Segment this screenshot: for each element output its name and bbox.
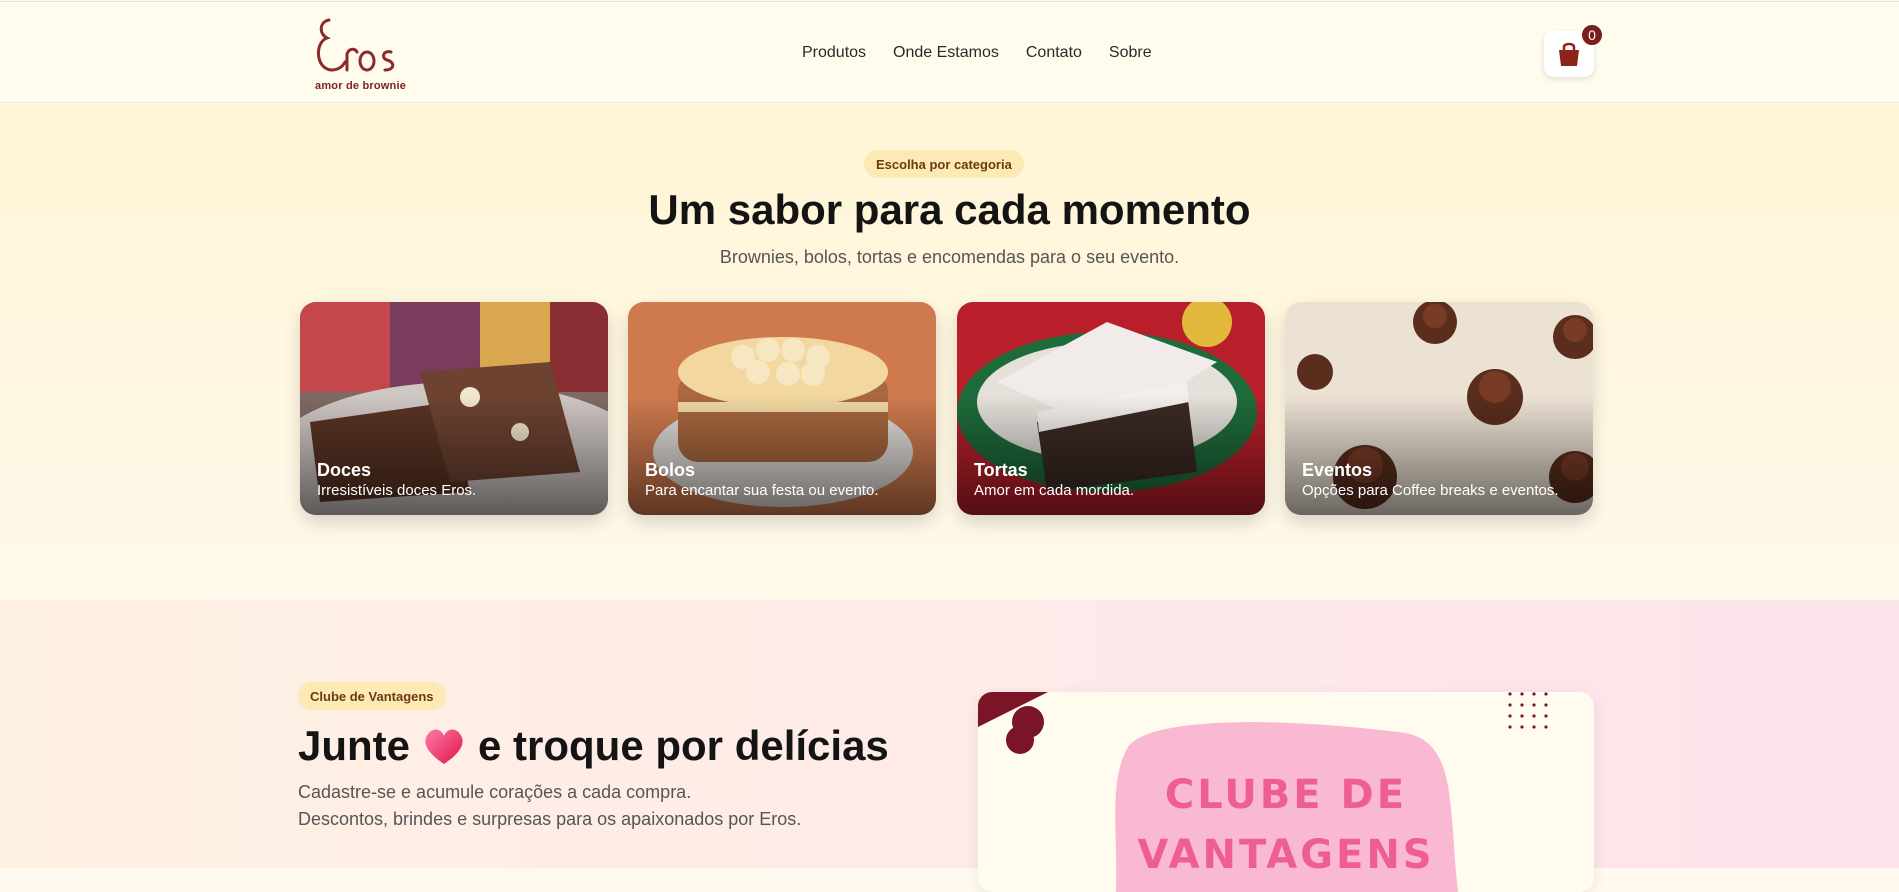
category-title: Um sabor para cada momento <box>648 186 1251 233</box>
club-title-end: e troque por delícias <box>478 722 889 769</box>
club-title-start: Junte <box>298 722 411 769</box>
heart-icon <box>425 729 463 764</box>
card-description: Opções para Coffee breaks e eventos. <box>1302 482 1559 499</box>
card-title: Doces <box>317 460 372 480</box>
club-title: Junte e troque por delícias <box>298 722 889 770</box>
main-nav: Produtos Onde Estamos Contato Sobre <box>802 44 1152 62</box>
club-badge: Clube de Vantagens <box>298 682 446 710</box>
club-card[interactable]: CLUBE DE VANTAGENS <box>978 692 1594 892</box>
nav-contato[interactable]: Contato <box>1026 44 1082 62</box>
category-section: Escolha por categoria Um sabor para cada… <box>0 104 1899 600</box>
cart-button[interactable]: 0 <box>1544 23 1604 77</box>
nav-onde-estamos[interactable]: Onde Estamos <box>893 44 999 62</box>
card-description: Irresistíveis doces Eros. <box>317 482 477 499</box>
club-description-line2: Descontos, brindes e surpresas para os a… <box>298 809 802 829</box>
category-card-eventos[interactable]: Eventos Opções para Coffee breaks e even… <box>1285 302 1593 515</box>
club-section: Clube de Vantagens Junte e troque por de… <box>0 600 1899 892</box>
brand-tagline: amor de brownie <box>315 80 407 92</box>
club-card-text-line1: CLUBE DE <box>1164 772 1408 818</box>
category-badge: Escolha por categoria <box>864 150 1024 178</box>
category-subtitle: Brownies, bolos, tortas e encomendas par… <box>719 247 1180 267</box>
card-title: Tortas <box>974 460 1028 480</box>
club-card-text-line2: VANTAGENS <box>1137 832 1435 878</box>
site-header: amor de brownie Produtos Onde Estamos Co… <box>0 1 1899 103</box>
nav-sobre[interactable]: Sobre <box>1109 44 1152 62</box>
category-card-doces[interactable]: Doces Irresistíveis doces Eros. <box>300 302 608 515</box>
shopping-bag-icon <box>1559 42 1579 66</box>
cart-count-badge: 0 <box>1580 23 1604 47</box>
card-description: Amor em cada mordida. <box>974 482 1135 499</box>
nav-produtos[interactable]: Produtos <box>802 44 866 62</box>
category-card-tortas[interactable]: Tortas Amor em cada mordida. <box>957 302 1265 515</box>
club-description-line1: Cadastre-se e acumule corações a cada co… <box>298 782 692 802</box>
card-title: Eventos <box>1302 460 1373 480</box>
category-card-bolos[interactable]: Bolos Para encantar sua festa ou evento. <box>628 302 936 515</box>
card-description: Para encantar sua festa ou evento. <box>645 482 879 499</box>
card-title: Bolos <box>645 460 696 480</box>
